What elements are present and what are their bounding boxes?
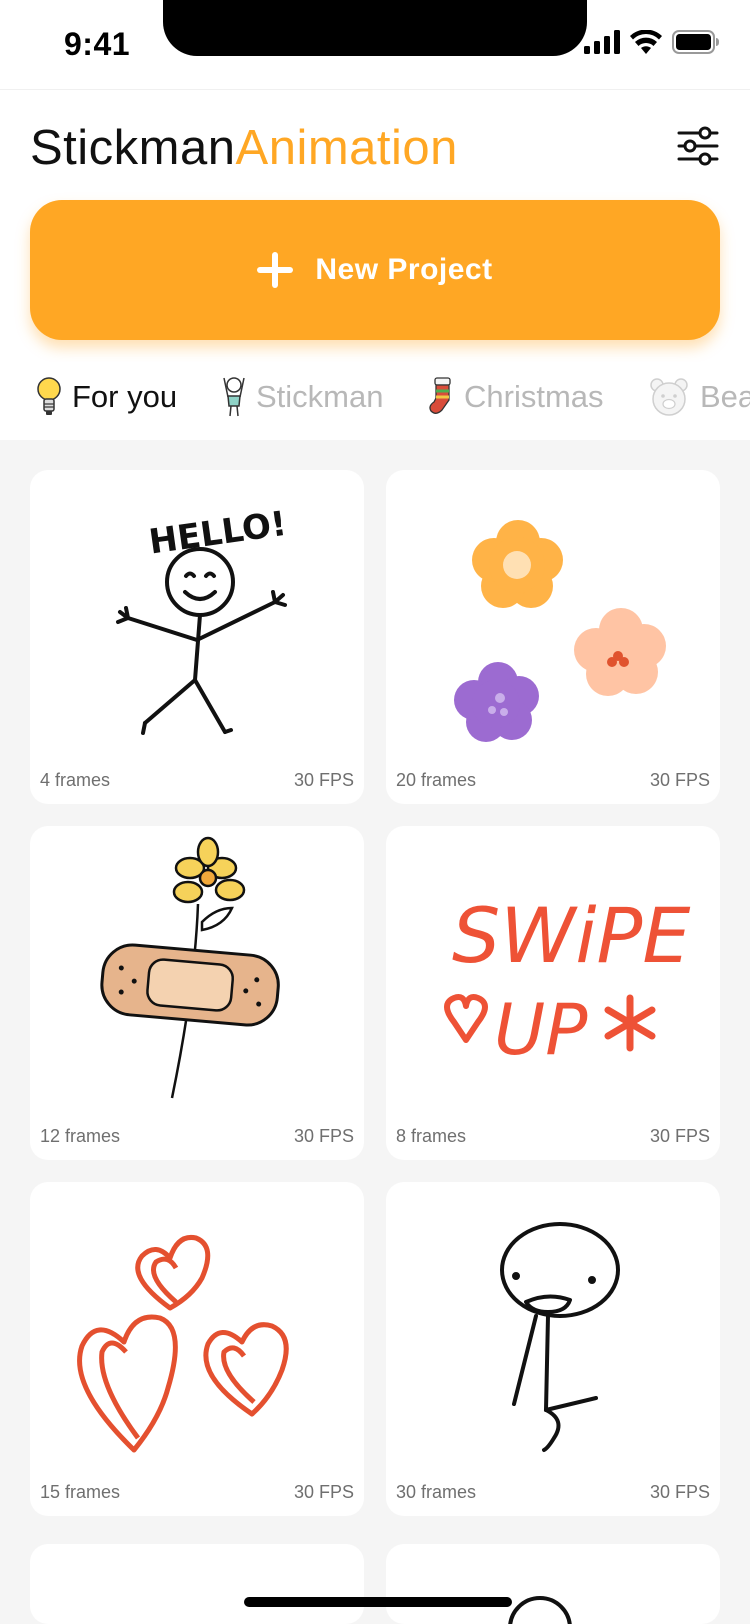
- template-card[interactable]: [30, 1544, 364, 1624]
- card-meta: 20 frames 30 FPS: [396, 770, 710, 794]
- template-card[interactable]: SWiPE UP 8 frames 30 FPS: [386, 826, 720, 1160]
- frame-count: 15 frames: [40, 1482, 121, 1502]
- home-indicator[interactable]: [244, 1597, 512, 1607]
- template-card[interactable]: [386, 1544, 720, 1624]
- category-tabs: For you Stickman Christmas Bea: [0, 362, 750, 440]
- frame-count: 20 frames: [396, 770, 477, 790]
- fps-label: 30 FPS: [293, 770, 354, 790]
- cellular-signal-icon: [584, 30, 620, 54]
- hearts-illustration: [77, 1234, 289, 1453]
- up-text: UP: [494, 989, 588, 1071]
- bear-icon: [650, 378, 688, 416]
- card-meta: 15 frames 30 FPS: [40, 1482, 354, 1506]
- card-meta: 4 frames 30 FPS: [40, 770, 354, 794]
- template-card[interactable]: 20 frames 30 FPS: [386, 470, 720, 804]
- fps-label: 30 FPS: [293, 1482, 354, 1502]
- bandage: [100, 943, 280, 1027]
- status-bar: 9:41: [0, 0, 750, 90]
- plus-icon: [257, 252, 294, 288]
- card-meta: 12 frames 30 FPS: [40, 1126, 354, 1150]
- app-title: StickmanAnimation: [30, 120, 458, 176]
- device-notch: [163, 0, 587, 56]
- tab-label: Bea: [700, 379, 750, 414]
- template-card[interactable]: 30 frames 30 FPS: [386, 1182, 720, 1516]
- stickman-icon: [223, 377, 245, 417]
- app-header: StickmanAnimation: [0, 90, 750, 200]
- lightbulb-icon: [37, 377, 61, 415]
- tab-stickman[interactable]: Stickman: [222, 376, 383, 418]
- fps-label: 30 FPS: [649, 770, 710, 790]
- fps-label: 30 FPS: [649, 1126, 710, 1146]
- templates-grid: HELLO! 4 frames 30 FPS 20 frames 30 FPS …: [0, 440, 750, 1624]
- purple-flower: [454, 662, 539, 742]
- battery-icon: [672, 30, 719, 54]
- pink-flower: [574, 608, 666, 696]
- flowers-illustration: [454, 520, 666, 742]
- hello-stickman-illustration: HELLO!: [116, 504, 289, 735]
- wifi-icon: [630, 30, 662, 54]
- swipe-text: SWiPE: [452, 891, 690, 980]
- template-card[interactable]: HELLO! 4 frames 30 FPS: [30, 470, 364, 804]
- fps-label: 30 FPS: [293, 1126, 354, 1146]
- bandage-flower-illustration: [100, 836, 280, 1099]
- frame-count: 30 frames: [396, 1482, 477, 1502]
- new-project-button[interactable]: New Project: [30, 200, 720, 340]
- template-card[interactable]: 12 frames 30 FPS: [30, 826, 364, 1160]
- status-time: 9:41: [64, 26, 131, 62]
- tab-for-you[interactable]: For you: [36, 376, 177, 418]
- app-title-part1: Stickman: [30, 121, 236, 175]
- app-title-part2: Animation: [235, 121, 458, 175]
- orange-flower: [472, 520, 563, 608]
- frame-count: 8 frames: [396, 1126, 467, 1146]
- new-project-label: New Project: [315, 253, 493, 286]
- tab-label: Stickman: [256, 379, 384, 414]
- swipe-up-illustration: SWiPE UP: [444, 891, 690, 1071]
- card-meta: 30 frames 30 FPS: [396, 1482, 710, 1506]
- template-card[interactable]: 15 frames 30 FPS: [30, 1182, 364, 1516]
- partial-stickman-head: [508, 1596, 572, 1624]
- card-meta: 8 frames 30 FPS: [396, 1126, 710, 1150]
- frame-count: 4 frames: [40, 770, 111, 790]
- frame-count: 12 frames: [40, 1126, 121, 1146]
- tab-christmas[interactable]: Christmas: [426, 376, 604, 418]
- sliders-icon: [677, 126, 719, 166]
- settings-button[interactable]: [676, 124, 720, 168]
- sitting-stickman-illustration: [500, 1222, 620, 1452]
- tab-label: For you: [72, 379, 178, 414]
- fps-label: 30 FPS: [649, 1482, 710, 1502]
- stocking-icon: [429, 377, 451, 414]
- tab-label: Christmas: [464, 379, 604, 414]
- tab-bear[interactable]: Bea: [648, 376, 750, 418]
- status-icons: [584, 30, 720, 54]
